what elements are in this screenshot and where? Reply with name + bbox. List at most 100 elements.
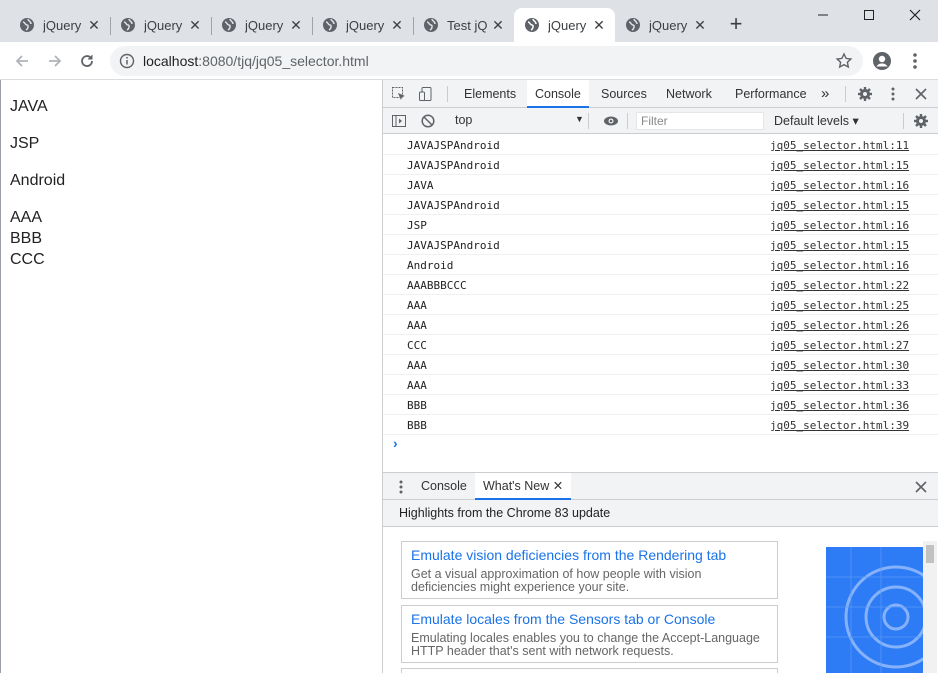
console-filter-input[interactable]: Filter <box>636 112 764 130</box>
browser-tab[interactable]: jQuery ✕ <box>312 8 414 42</box>
globe-icon <box>524 17 540 33</box>
tab-elements[interactable]: Elements <box>456 80 524 108</box>
log-text: AAA <box>407 379 427 392</box>
back-arrow-icon[interactable] <box>10 49 34 73</box>
tab-network[interactable]: Network <box>658 80 720 108</box>
browser-tab-active[interactable]: jQuery ✕ <box>514 8 615 42</box>
console-message: AAA jq05_selector.html:30 <box>383 355 938 375</box>
browser-tab[interactable]: jQuery ✕ <box>615 8 716 42</box>
drawer-tab-whats-new[interactable]: What's New ✕ <box>475 473 572 500</box>
new-tab-button[interactable]: + <box>725 13 747 36</box>
paragraph: JAVA <box>10 98 48 115</box>
whats-new-card[interactable]: Emulate vision deficiencies from the Ren… <box>401 541 778 599</box>
log-source-link[interactable]: jq05_selector.html:15 <box>770 199 909 212</box>
console-message: JAVAJSPAndroid jq05_selector.html:11 <box>383 135 938 155</box>
console-toolbar: top ▼ Filter Default levels ▾ <box>383 108 938 134</box>
more-tabs-button[interactable]: » <box>813 80 837 108</box>
menu-kebab-icon[interactable] <box>903 49 927 73</box>
info-icon[interactable] <box>119 53 135 69</box>
reload-icon[interactable] <box>75 49 99 73</box>
inspect-element-icon[interactable] <box>389 84 409 104</box>
log-source-link[interactable]: jq05_selector.html:27 <box>770 339 909 352</box>
browser-tab[interactable]: jQuery ✕ <box>110 8 212 42</box>
log-source-link[interactable]: jq05_selector.html:15 <box>770 159 909 172</box>
list-item: CCC <box>10 251 45 268</box>
console-prompt-chevron-icon[interactable]: › <box>393 435 398 451</box>
live-expression-eye-icon[interactable] <box>601 111 621 131</box>
log-source-link[interactable]: jq05_selector.html:16 <box>770 179 909 192</box>
profile-avatar-icon[interactable] <box>870 49 894 73</box>
close-tab-icon[interactable]: ✕ <box>86 17 102 33</box>
log-text: AAA <box>407 299 427 312</box>
log-source-link[interactable]: jq05_selector.html:36 <box>770 399 909 412</box>
log-text: JAVAJSPAndroid <box>407 139 500 152</box>
log-source-link[interactable]: jq05_selector.html:39 <box>770 419 909 432</box>
scrollbar-thumb[interactable] <box>926 545 934 563</box>
log-text: JSP <box>407 219 427 232</box>
tab-console[interactable]: Console <box>527 80 589 108</box>
drawer-tab-console[interactable]: Console <box>413 473 475 500</box>
url-path: :8080/tjq/jq05_selector.html <box>198 53 369 69</box>
close-devtools-icon[interactable] <box>911 84 931 104</box>
bookmark-star-icon[interactable] <box>835 52 853 70</box>
drawer-scrollbar[interactable] <box>923 541 937 673</box>
close-tab-icon[interactable]: ✕ <box>591 17 607 33</box>
log-text: JAVAJSPAndroid <box>407 199 500 212</box>
log-source-link[interactable]: jq05_selector.html:16 <box>770 259 909 272</box>
log-source-link[interactable]: jq05_selector.html:33 <box>770 379 909 392</box>
close-drawer-icon[interactable] <box>911 477 931 497</box>
drawer-tabbar: Console What's New ✕ <box>383 472 938 500</box>
log-text: BBB <box>407 419 427 432</box>
log-levels-label: Default levels <box>774 114 850 128</box>
show-sidebar-icon[interactable] <box>389 111 409 131</box>
log-source-link[interactable]: jq05_selector.html:25 <box>770 299 909 312</box>
paragraph: JSP <box>10 135 40 152</box>
list-item: AAA <box>10 209 43 226</box>
whats-new-header: Highlights from the Chrome 83 update <box>383 500 938 527</box>
browser-tab[interactable]: jQuery ✕ <box>9 8 111 42</box>
console-log: JAVAJSPAndroid jq05_selector.html:11 JAVA… <box>383 135 938 435</box>
log-source-link[interactable]: jq05_selector.html:11 <box>770 139 909 152</box>
close-tab-icon[interactable]: ✕ <box>389 17 405 33</box>
tab-performance[interactable]: Performance <box>727 80 815 108</box>
log-source-link[interactable]: jq05_selector.html:22 <box>770 279 909 292</box>
clear-console-icon[interactable] <box>418 111 438 131</box>
maximize-icon[interactable] <box>846 0 892 30</box>
device-toolbar-icon[interactable] <box>416 84 436 104</box>
browser-tab[interactable]: Test jQ ✕ <box>413 8 514 42</box>
card-title-link[interactable]: Emulate vision deficiencies from the Ren… <box>411 546 768 564</box>
settings-gear-icon[interactable] <box>855 84 875 104</box>
card-description: Emulating locales enables you to change … <box>411 631 760 658</box>
context-dropdown-icon[interactable]: ▼ <box>575 114 584 124</box>
devtools-menu-icon[interactable] <box>883 84 903 104</box>
minimize-icon[interactable] <box>800 0 846 30</box>
forward-arrow-icon[interactable] <box>43 49 67 73</box>
log-source-link[interactable]: jq05_selector.html:15 <box>770 239 909 252</box>
browser-tab[interactable]: jQuery ✕ <box>211 8 313 42</box>
address-bar[interactable]: localhost:8080/tjq/jq05_selector.html <box>110 46 863 76</box>
log-text: JAVAJSPAndroid <box>407 239 500 252</box>
tab-title: jQuery <box>346 17 385 33</box>
tab-sources[interactable]: Sources <box>593 80 655 108</box>
context-selector[interactable]: top <box>455 113 472 127</box>
close-window-icon[interactable] <box>892 0 938 30</box>
close-tab-icon[interactable]: ✕ <box>288 17 304 33</box>
page-viewport: JAVA JSP Android AAA BBB CCC <box>0 80 382 673</box>
close-tab-icon[interactable]: ✕ <box>490 17 506 33</box>
globe-icon <box>423 17 439 33</box>
close-tab-icon[interactable]: ✕ <box>692 17 708 33</box>
tab-title: jQuery <box>245 17 284 33</box>
drawer-menu-icon[interactable] <box>391 477 411 497</box>
console-message: JAVAJSPAndroid jq05_selector.html:15 <box>383 195 938 215</box>
card-title-link[interactable]: Emulate locales from the Sensors tab or … <box>411 610 768 628</box>
globe-icon <box>19 17 35 33</box>
log-levels-dropdown[interactable]: Default levels ▾ <box>774 113 859 128</box>
console-settings-gear-icon[interactable] <box>911 111 931 131</box>
log-source-link[interactable]: jq05_selector.html:16 <box>770 219 909 232</box>
whats-new-card[interactable] <box>401 668 778 673</box>
whats-new-card[interactable]: Emulate locales from the Sensors tab or … <box>401 605 778 663</box>
log-source-link[interactable]: jq05_selector.html:26 <box>770 319 909 332</box>
log-source-link[interactable]: jq05_selector.html:30 <box>770 359 909 372</box>
close-drawer-tab-icon[interactable]: ✕ <box>553 479 563 493</box>
close-tab-icon[interactable]: ✕ <box>187 17 203 33</box>
